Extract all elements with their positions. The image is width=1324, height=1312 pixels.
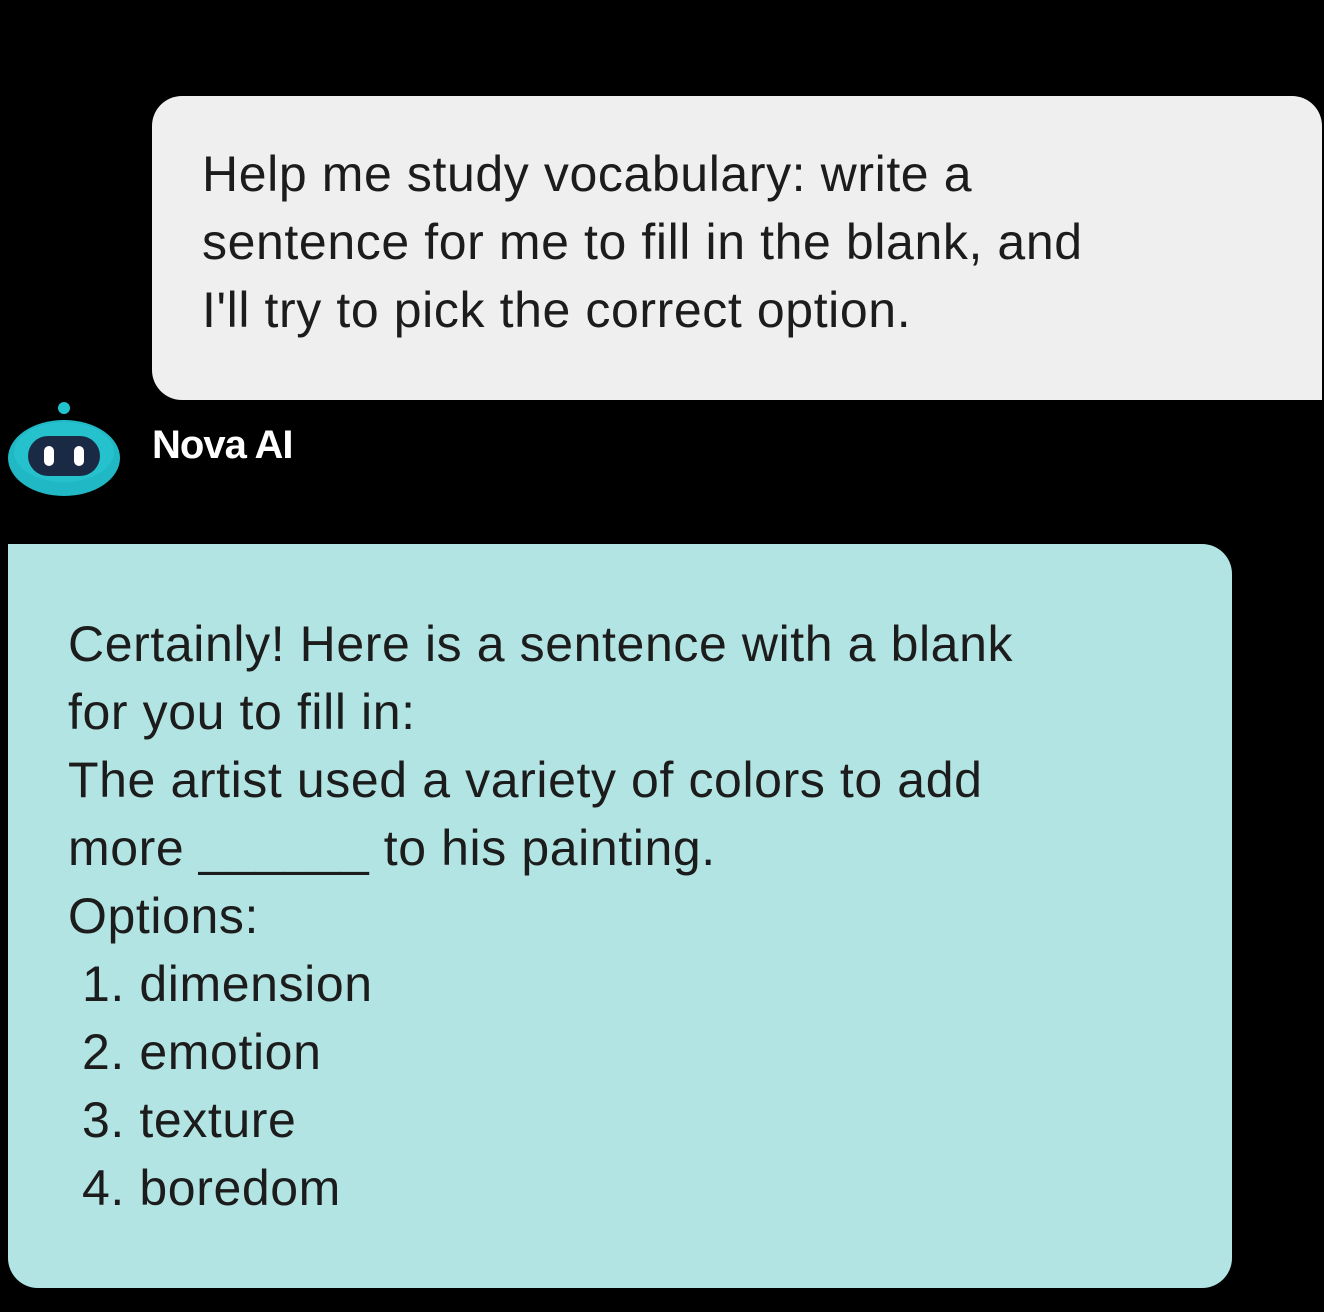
robot-icon — [8, 402, 120, 496]
user-message-bubble: Help me study vocabulary: write a senten… — [152, 96, 1322, 400]
assistant-name: Nova AI — [152, 423, 293, 467]
assistant-header: Nova AI — [0, 398, 600, 498]
assistant-line: The artist used a variety of colors to a… — [68, 752, 983, 808]
assistant-line: Certainly! Here is a sentence with a bla… — [68, 616, 1014, 672]
options-list: 1. dimension 2. emotion 3. texture 4. bo… — [68, 950, 1192, 1222]
assistant-line: for you to fill in: — [68, 684, 416, 740]
user-message-text: Help me study vocabulary: write a senten… — [202, 146, 1083, 338]
option-item: 1. dimension — [82, 956, 373, 1012]
option-item: 3. texture — [82, 1092, 297, 1148]
option-item: 2. emotion — [82, 1024, 322, 1080]
assistant-message-bubble: Certainly! Here is a sentence with a bla… — [8, 544, 1232, 1288]
assistant-line: more ______ to his painting. — [68, 820, 716, 876]
assistant-line: Options: — [68, 888, 260, 944]
option-item: 4. boredom — [82, 1160, 341, 1216]
